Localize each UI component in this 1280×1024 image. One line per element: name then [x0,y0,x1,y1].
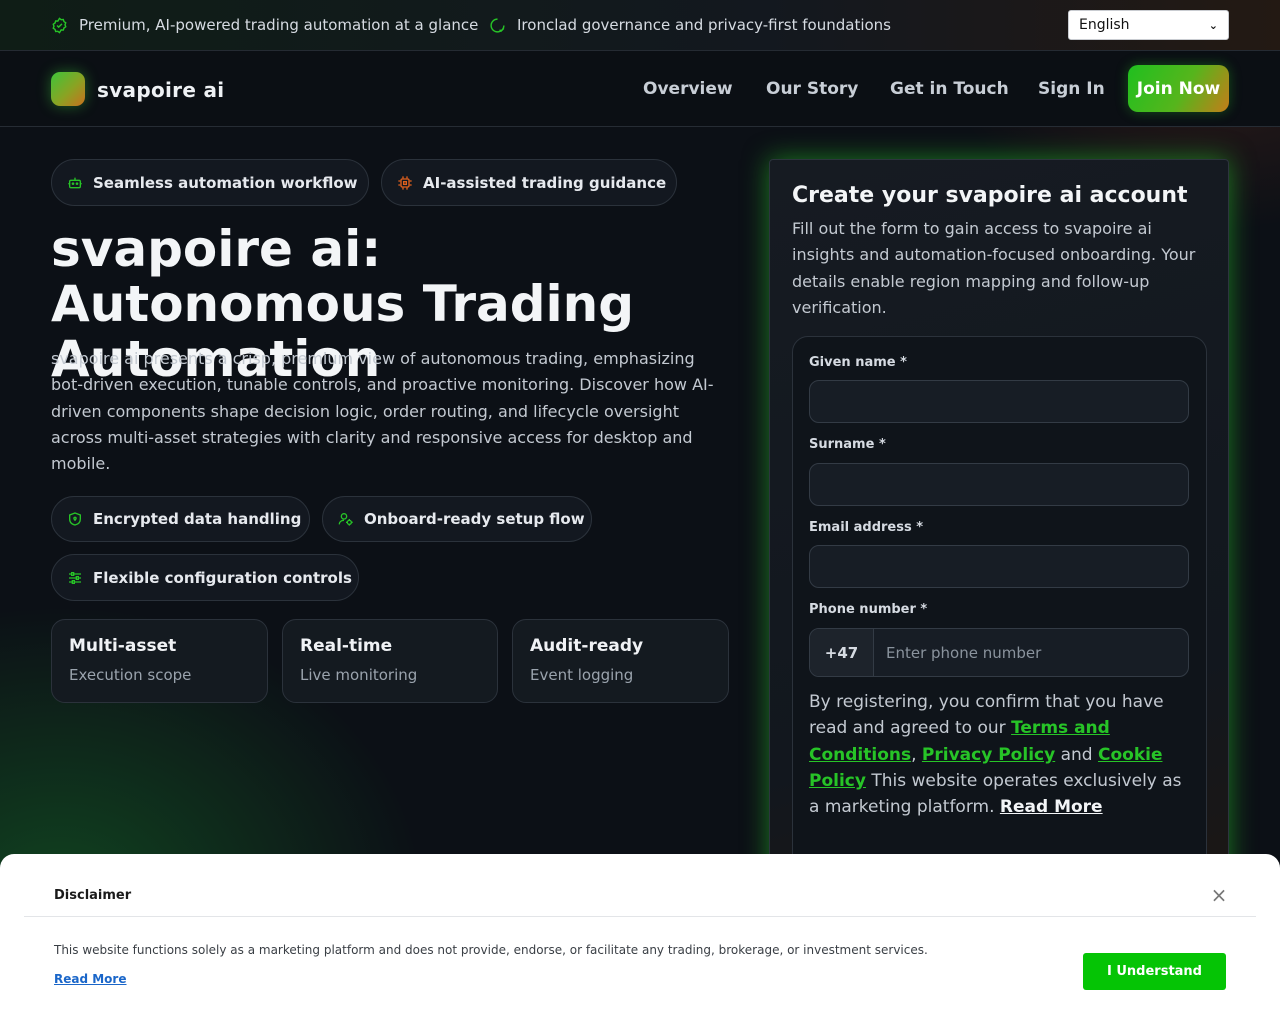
tag-ai-guidance: AI-assisted trading guidance [381,159,677,206]
consent-read-more-link[interactable]: Read More [1000,797,1103,817]
main-nav: svapoire ai Overview Our Story Get in To… [0,51,1280,127]
nav-link-our-story[interactable]: Our Story [766,79,858,99]
stat-subtitle: Event logging [530,666,634,684]
join-now-button[interactable]: Join Now [1128,65,1229,112]
nav-link-get-in-touch[interactable]: Get in Touch [890,79,1009,99]
announcement-text: Premium, AI-powered trading automation a… [79,16,479,34]
i-understand-button[interactable]: I Understand [1083,953,1226,990]
stat-card-multi-asset: Multi-asset Execution scope [51,619,268,703]
consent-and: and [1055,744,1098,765]
stat-title: Audit-ready [530,636,644,656]
phone-label: Phone number * [809,602,928,617]
stat-title: Multi-asset [69,636,177,656]
brand-name[interactable]: svapoire ai [97,78,224,102]
feature-onboard-setup: Onboard-ready setup flow [322,496,592,542]
phone-country-code[interactable]: +47 [810,629,874,676]
signup-description: Fill out the form to gain access to svap… [792,219,1196,317]
stat-subtitle: Live monitoring [300,666,418,684]
announcement-item-premium: Premium, AI-powered trading automation a… [51,16,478,34]
signup-title: Create your svapoire ai account [792,183,1188,208]
language-value: English [1079,17,1130,33]
phone-field-group: +47 [809,628,1189,677]
surname-label: Surname * [809,437,886,452]
announcement-item-governance: Ironclad governance and privacy-first fo… [489,16,891,34]
nav-link-overview[interactable]: Overview [643,79,733,99]
announcement-bar: Premium, AI-powered trading automation a… [0,0,1280,51]
consent-text: By registering, you confirm that you hav… [809,689,1189,820]
privacy-policy-link[interactable]: Privacy Policy [922,745,1055,765]
shield-icon [69,512,81,526]
stat-title: Real-time [300,636,393,656]
given-name-label: Given name * [809,355,907,370]
tag-automation-workflow: Seamless automation workflow [51,159,369,206]
chip-icon [398,175,412,190]
check-badge-icon [52,16,67,34]
signup-card: Create your svapoire ai account Fill out… [769,159,1229,919]
feature-encrypted-data: Encrypted data handling [51,496,310,542]
feature-configuration-controls: Flexible configuration controls [51,554,359,601]
phone-field[interactable] [874,629,1188,676]
feature-label: Onboard-ready setup flow [364,510,585,528]
disclaimer-divider [24,916,1256,917]
email-field[interactable] [809,545,1189,588]
tag-label: AI-assisted trading guidance [423,173,667,192]
logo-icon[interactable] [51,72,85,106]
robot-icon [68,177,82,188]
chevron-down-icon: ⌄ [1208,18,1218,32]
sliders-icon [69,571,81,584]
close-icon[interactable]: × [1208,884,1230,906]
user-gear-icon [338,513,353,526]
language-select[interactable]: English ⌄ [1068,10,1229,40]
stat-card-real-time: Real-time Live monitoring [282,619,498,703]
signup-form: Given name * Surname * Email address * P… [792,336,1207,896]
stat-card-audit-ready: Audit-ready Event logging [512,619,729,703]
consent-comma: , [911,744,922,765]
consent-prefix: By registering, you confirm that you hav… [809,692,1164,739]
feature-label: Encrypted data handling [93,510,302,528]
email-label: Email address * [809,520,924,535]
stat-subtitle: Execution scope [69,666,192,684]
disclaimer-banner: Disclaimer × This website functions sole… [0,854,1280,1024]
disclaimer-text: This website functions solely as a marke… [54,943,928,957]
disclaimer-title: Disclaimer [54,888,132,903]
surname-field[interactable] [809,463,1189,506]
nav-link-sign-in[interactable]: Sign In [1038,79,1105,99]
announcement-text: Ironclad governance and privacy-first fo… [517,16,891,34]
disclaimer-read-more-link[interactable]: Read More [54,972,127,986]
shield-check-icon [490,17,505,33]
hero-description: svapoire ai presents a crisp, premium vi… [51,349,714,474]
given-name-field[interactable] [809,380,1189,423]
tag-label: Seamless automation workflow [93,173,358,192]
feature-label: Flexible configuration controls [93,568,352,587]
